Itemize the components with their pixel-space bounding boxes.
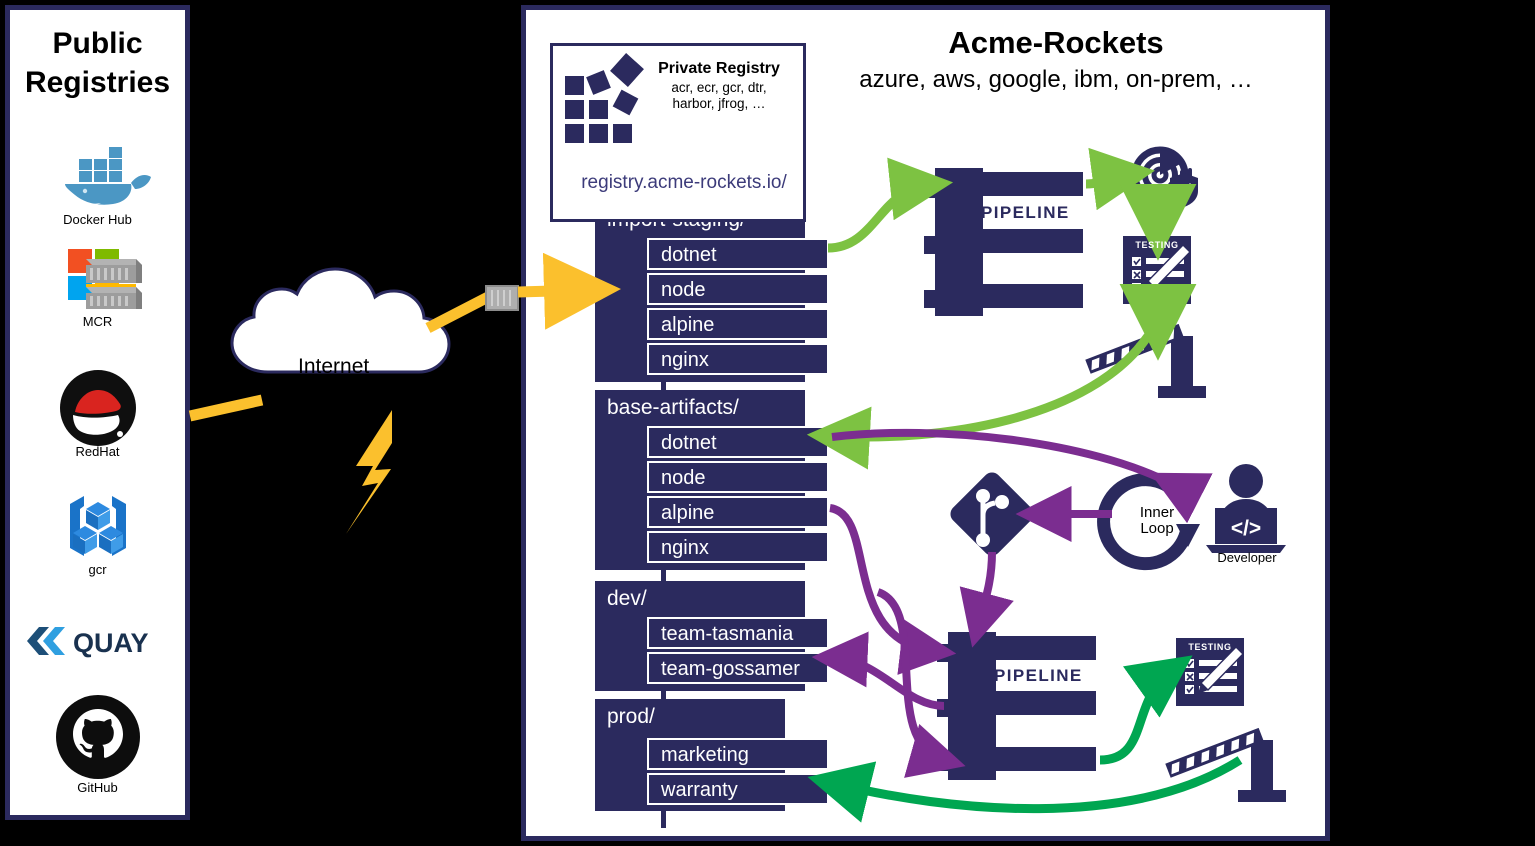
- repo-group-label: dev/: [607, 587, 647, 610]
- inner-loop-label: Inner Loop: [1122, 505, 1192, 537]
- registry-item-mcr[interactable]: MCR: [5, 242, 190, 329]
- repo-base-artifacts-nginx[interactable]: nginx: [647, 531, 829, 563]
- registry-item-gcr[interactable]: gcr: [5, 490, 190, 577]
- github-octocat-icon: [5, 694, 190, 780]
- registry-label: Docker Hub: [63, 212, 132, 227]
- public-registries-title-line1: Public: [52, 27, 143, 60]
- developer-label: Developer: [1217, 550, 1277, 565]
- repo-import-staging-alpine[interactable]: alpine: [647, 308, 829, 340]
- registry-squares-icon: [565, 53, 644, 143]
- repo-group-label: base-artifacts/: [607, 396, 739, 419]
- page-title: Acme-Rockets: [948, 25, 1164, 60]
- repo-prod-warranty[interactable]: warranty: [647, 773, 829, 805]
- repo-dev-team-tasmania[interactable]: team-tasmania: [647, 617, 829, 649]
- registry-label: gcr: [88, 562, 107, 577]
- repo-import-staging-dotnet[interactable]: dotnet: [647, 238, 829, 270]
- registry-item-quay[interactable]: QUAY: [5, 618, 190, 664]
- diagram-canvas: Public Registries Docker Hub MCR RedHat …: [0, 0, 1535, 846]
- registry-url[interactable]: registry.acme-rockets.io/: [561, 172, 807, 194]
- lightning-bolt-icon: [346, 410, 392, 534]
- repo-base-artifacts-alpine[interactable]: alpine: [647, 496, 829, 528]
- public-registries-title: Public Registries: [10, 24, 185, 102]
- repo-base-artifacts-node[interactable]: node: [647, 461, 829, 493]
- private-registry-header: Private Registry acr, ecr, gcr, dtr, har…: [565, 53, 797, 143]
- google-container-registry-icon: [5, 490, 190, 562]
- container-icon: [485, 285, 519, 311]
- private-registry-vendors-line2: harbor, jfrog, …: [672, 96, 766, 112]
- repo-group-label: prod/: [607, 705, 655, 728]
- private-registry-title: Private Registry: [658, 60, 780, 77]
- quay-logo-icon: QUAY: [5, 618, 190, 664]
- pipeline-label: PIPELINE: [981, 203, 1070, 222]
- inner-loop-label-line2: Loop: [1140, 519, 1174, 537]
- repo-import-staging-node[interactable]: node: [647, 273, 829, 305]
- internet-cable-left: [188, 394, 264, 422]
- cloud-vendors-subtitle: azure, aws, google, ibm, on-prem, …: [859, 66, 1253, 93]
- internet-label: Internet: [298, 355, 370, 378]
- public-registries-panel: Public Registries Docker Hub MCR RedHat …: [5, 5, 190, 820]
- repo-dev-team-gossamer[interactable]: team-gossamer: [647, 652, 829, 684]
- repo-import-staging-nginx[interactable]: nginx: [647, 343, 829, 375]
- private-registry-vendors-line1: acr, ecr, gcr, dtr,: [671, 79, 767, 95]
- public-registries-title-line2: Registries: [24, 66, 171, 99]
- registry-label: RedHat: [75, 444, 120, 459]
- acme-rockets-panel: Acme-Rockets azure, aws, google, ibm, on…: [521, 5, 1330, 841]
- pipeline-label: PIPELINE: [994, 666, 1083, 685]
- microsoft-container-registry-icon: [5, 242, 190, 314]
- repo-prod-marketing[interactable]: marketing: [647, 738, 829, 770]
- registry-label: GitHub: [77, 780, 118, 795]
- repo-base-artifacts-dotnet[interactable]: dotnet: [647, 426, 829, 458]
- registry-item-github[interactable]: GitHub: [5, 694, 190, 795]
- internet-cable-right: [425, 291, 493, 333]
- redhat-fedora-icon: [5, 370, 190, 446]
- registry-label: MCR: [82, 314, 113, 329]
- registry-item-docker-hub[interactable]: Docker Hub: [5, 140, 190, 227]
- private-registry-box: Private Registry acr, ecr, gcr, dtr, har…: [550, 43, 806, 222]
- registry-item-redhat[interactable]: RedHat: [5, 370, 190, 459]
- docker-whale-icon: [5, 140, 190, 212]
- inner-loop-label-line1: Inner: [1139, 504, 1175, 521]
- svg-text:QUAY: QUAY: [73, 628, 149, 658]
